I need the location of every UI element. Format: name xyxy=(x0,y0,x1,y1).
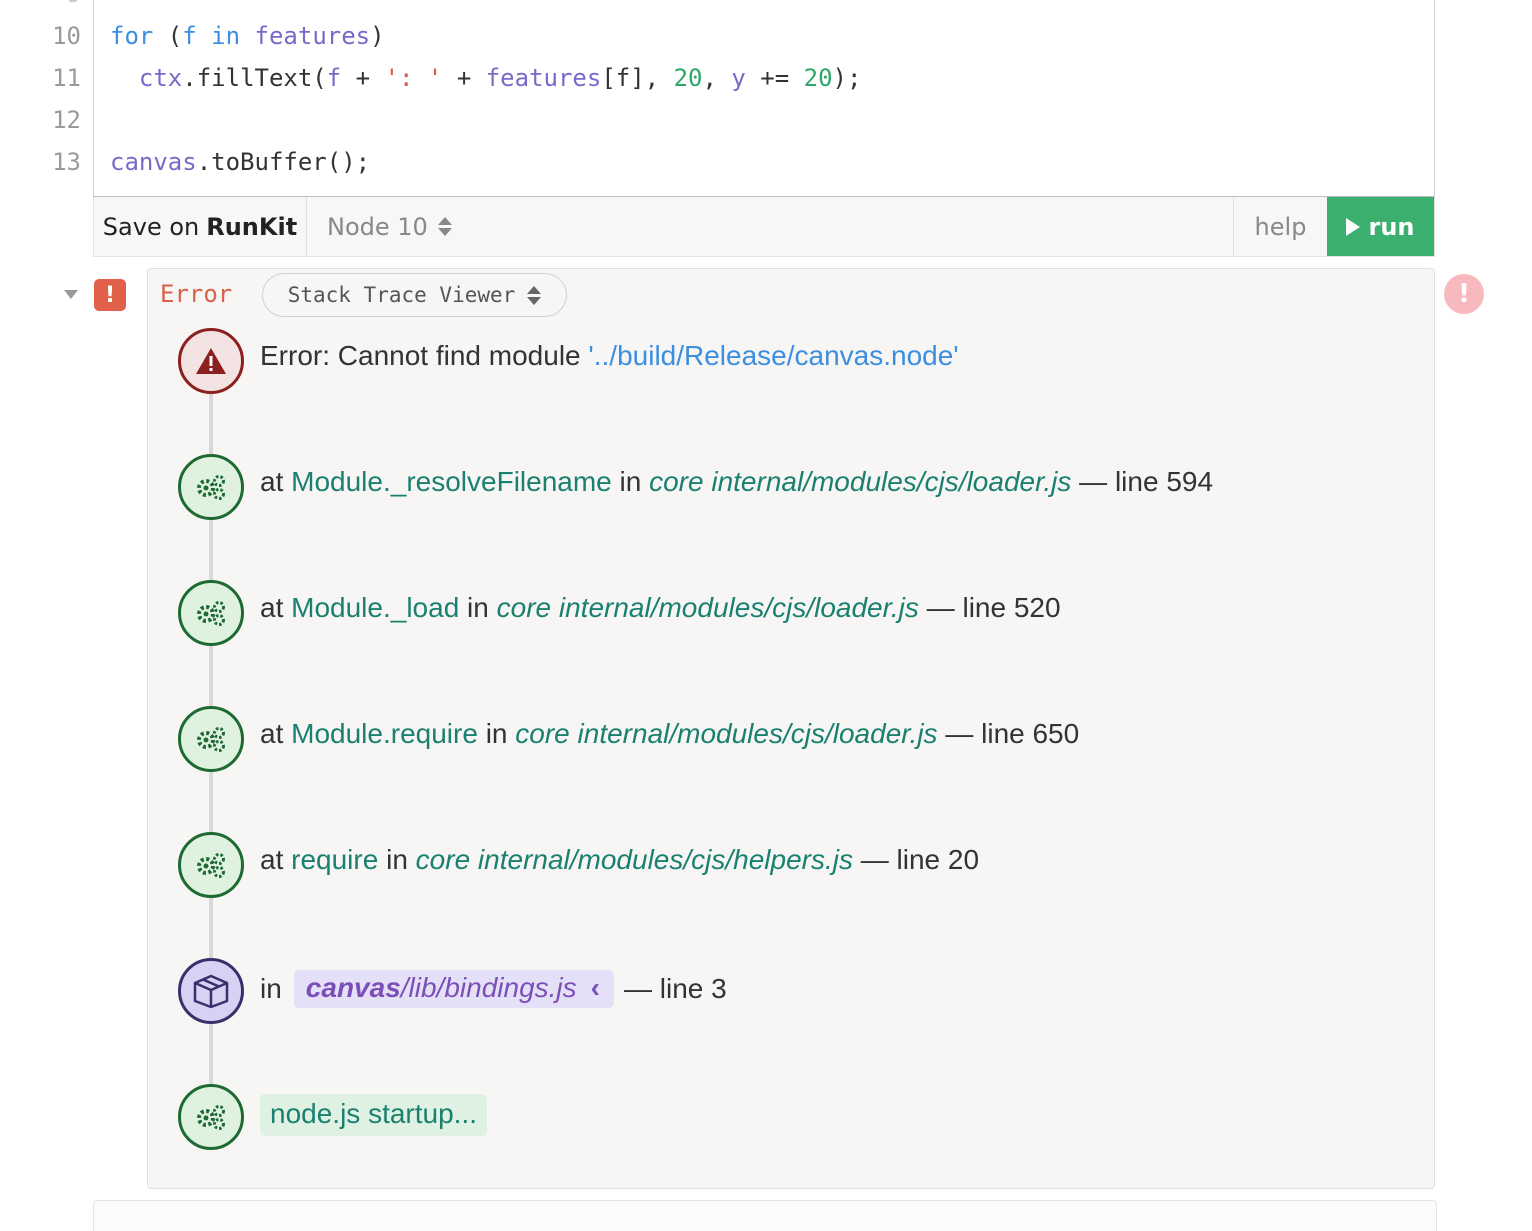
code-token: 20 xyxy=(803,64,833,92)
stack-trace-viewer-select[interactable]: Stack Trace Viewer xyxy=(262,273,567,317)
code-token: + xyxy=(341,64,385,92)
code-line[interactable]: ctx.fillText(f + ': ' + features[f], 20,… xyxy=(110,64,862,92)
code-token: .fillText( xyxy=(182,64,327,92)
startup-frame: node.js startup... xyxy=(260,1094,488,1136)
in-word: in xyxy=(619,466,642,497)
save-on-runkit-button[interactable]: Save on RunKit xyxy=(94,197,307,256)
run-label: run xyxy=(1368,212,1415,241)
package-box-icon xyxy=(178,958,244,1024)
code-token: ); xyxy=(832,64,862,92)
at-word: at xyxy=(260,844,284,875)
gears-icon xyxy=(178,706,244,772)
gears-icon xyxy=(178,832,244,898)
frame-file-link[interactable]: core internal/modules/cjs/loader.js xyxy=(497,592,919,624)
code-token: features xyxy=(485,64,602,92)
stack-frame: at Module._resolveFilename in core inter… xyxy=(260,466,1213,498)
module-path-link[interactable]: '../build/Release/canvas.node' xyxy=(588,340,958,372)
stack-frame: at Module.require in core internal/modul… xyxy=(260,718,1079,750)
frame-file-link[interactable]: core internal/modules/cjs/loader.js xyxy=(649,466,1071,498)
expand-chevron-icon: ‹ xyxy=(590,972,600,1003)
code-token: ( xyxy=(153,22,183,50)
package-file-link[interactable]: canvas/lib/bindings.js ‹ xyxy=(293,970,614,1008)
gears-icon xyxy=(178,454,244,520)
code-line[interactable]: for (f in features) xyxy=(110,22,385,50)
select-arrows-icon xyxy=(527,285,542,305)
frame-line-number: — line 594 xyxy=(1079,466,1214,497)
error-label: Error xyxy=(160,280,233,308)
select-arrows-icon xyxy=(437,217,452,236)
line-number: 13 xyxy=(52,148,81,176)
code-token: y xyxy=(731,64,746,92)
code-token: + xyxy=(442,64,486,92)
gears-icon xyxy=(178,580,244,646)
frame-file-link[interactable]: core internal/modules/cjs/loader.js xyxy=(515,718,937,750)
code-token: ctx xyxy=(138,64,183,92)
frame-line-number: — line 520 xyxy=(926,592,1061,623)
frame-line-number: — line 650 xyxy=(945,718,1080,749)
viewer-select-label: Stack Trace Viewer xyxy=(287,283,516,307)
node-version-label: Node 10 xyxy=(327,212,428,241)
at-word: at xyxy=(260,718,284,749)
error-message: Error: Cannot find module '../build/Rele… xyxy=(260,340,959,372)
code-token: in xyxy=(211,22,241,50)
node-version-select[interactable]: Node 10 xyxy=(307,197,1233,256)
line-number: 12 xyxy=(52,106,81,134)
frame-function[interactable]: Module.require xyxy=(291,718,478,750)
run-button[interactable]: run xyxy=(1327,197,1434,256)
error-indicator-icon: ! xyxy=(1444,274,1484,314)
code-token: f xyxy=(182,22,197,50)
code-token: .toBuffer(); xyxy=(196,148,371,176)
code-token: for xyxy=(110,22,154,50)
code-token: f xyxy=(326,64,342,92)
in-word: in xyxy=(260,973,282,1004)
at-word: at xyxy=(260,466,284,497)
play-icon xyxy=(1346,217,1361,236)
frame-function[interactable]: Module._resolveFilename xyxy=(291,466,612,498)
help-button[interactable]: help xyxy=(1233,197,1327,256)
at-word: at xyxy=(260,592,284,623)
code-token: [f], xyxy=(601,64,674,92)
code-token: , xyxy=(702,64,732,92)
package-name: canvas xyxy=(305,972,401,1003)
error-text: Error: Cannot find module xyxy=(260,340,589,371)
line-number: 10 xyxy=(52,22,81,50)
warning-triangle-icon xyxy=(178,328,244,394)
code-editor[interactable]: 910for (f in features)11 ctx.fillText(f … xyxy=(52,0,1435,197)
code-token: features xyxy=(254,22,371,50)
package-path: /lib/bindings.js xyxy=(400,972,577,1003)
code-token: ) xyxy=(370,22,385,50)
code-token: canvas xyxy=(110,148,197,176)
save-prefix: Save on xyxy=(102,212,200,241)
editor-toolbar: Save on RunKit Node 10 help run xyxy=(93,197,1435,257)
frame-line-number: — line 3 xyxy=(623,973,727,1004)
gears-icon xyxy=(178,1084,244,1150)
frame-line-number: — line 20 xyxy=(860,844,980,875)
next-cell[interactable] xyxy=(93,1200,1437,1231)
in-word: in xyxy=(467,592,489,623)
error-badge-icon: ! xyxy=(94,279,126,311)
runkit-brand: RunKit xyxy=(206,212,298,241)
code-token: ': ' xyxy=(384,64,443,92)
frame-function[interactable]: require xyxy=(291,844,378,876)
package-frame: in canvas/lib/bindings.js ‹ — line 3 xyxy=(260,970,727,1008)
in-word: in xyxy=(386,844,408,875)
line-number: 9 xyxy=(31,0,81,8)
frame-file-link[interactable]: core internal/modules/cjs/helpers.js xyxy=(416,844,853,876)
code-line[interactable]: canvas.toBuffer(); xyxy=(110,148,370,176)
stack-frame: at Module._load in core internal/modules… xyxy=(260,592,1061,624)
stack-frame: at require in core internal/modules/cjs/… xyxy=(260,844,979,876)
line-number: 11 xyxy=(52,64,81,92)
code-token: += xyxy=(745,64,804,92)
frame-function[interactable]: Module._load xyxy=(291,592,459,624)
in-word: in xyxy=(485,718,508,749)
collapse-output-icon[interactable] xyxy=(64,290,78,299)
code-token: 20 xyxy=(673,64,703,92)
startup-link[interactable]: node.js startup... xyxy=(260,1094,488,1136)
